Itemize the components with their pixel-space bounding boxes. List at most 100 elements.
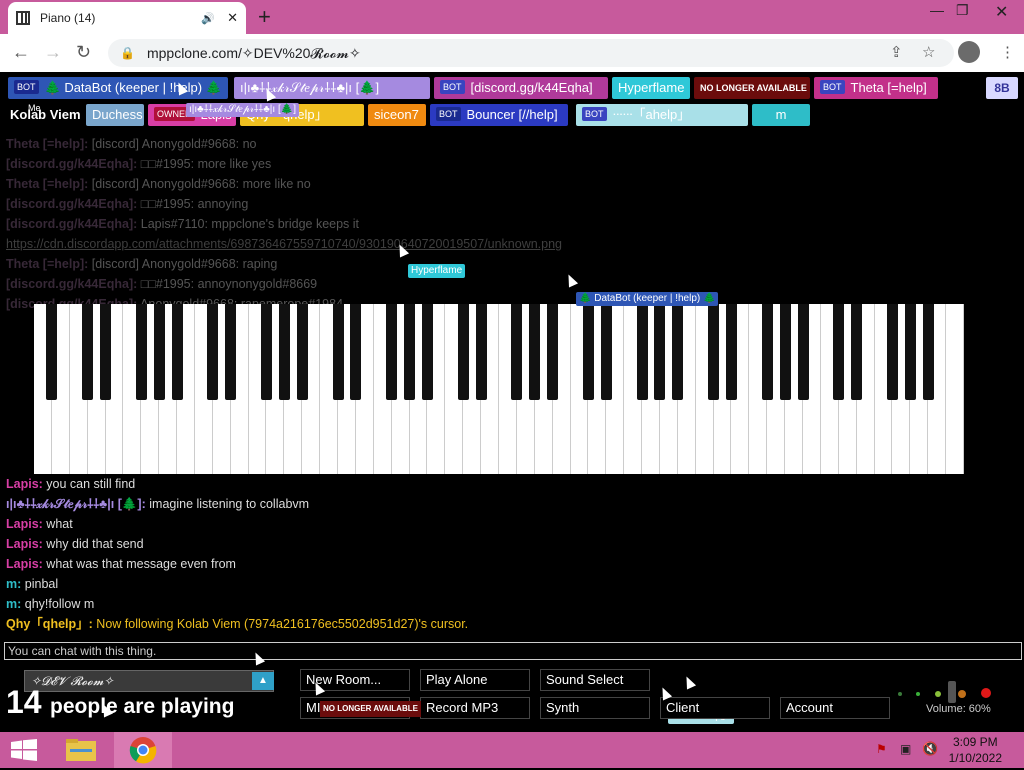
piano-page: BOT 🌲 DataBot (keeper | !help) 🌲 ı|ı♣⸸⸸𝓍𝓀𝓇… xyxy=(0,72,1024,732)
back-arrow-icon[interactable]: ← xyxy=(12,42,30,63)
play-alone-button[interactable]: Play Alone xyxy=(420,669,530,691)
menu-kebab-icon[interactable]: ⋮ xyxy=(1000,43,1015,61)
browser-tab[interactable]: Piano (14) 🔊 ✕ xyxy=(8,2,246,34)
black-key[interactable] xyxy=(386,304,398,400)
black-key[interactable] xyxy=(350,304,362,400)
black-key[interactable] xyxy=(135,304,147,400)
chat-nick: m: xyxy=(6,577,22,591)
user-pill-name: ı|ı♣⸸⸸𝓍𝓀𝓇𝒮𝓉𝑒𝓅𝓇⸸⸸♣|ı [🌲] xyxy=(240,80,380,95)
account-button[interactable]: Account xyxy=(780,697,890,719)
volume-knob[interactable] xyxy=(948,681,956,703)
file-explorer-icon[interactable] xyxy=(62,735,100,765)
black-key[interactable] xyxy=(475,304,487,400)
black-key[interactable] xyxy=(672,304,684,400)
taskbar-clock[interactable]: 3:09 PM 1/10/2022 xyxy=(949,734,1002,766)
chat-input[interactable]: You can chat with this thing. xyxy=(4,642,1022,660)
black-key[interactable] xyxy=(296,304,308,400)
user-pill[interactable]: BOT 🌲 DataBot (keeper | !help) 🌲 xyxy=(8,77,228,99)
black-key[interactable] xyxy=(779,304,791,400)
black-key[interactable] xyxy=(761,304,773,400)
black-key[interactable] xyxy=(225,304,237,400)
black-key[interactable] xyxy=(726,304,737,400)
room-dropdown-icon[interactable]: ▲ xyxy=(252,672,274,690)
windows-start-icon[interactable] xyxy=(10,739,38,761)
client-button[interactable]: Client xyxy=(660,697,770,719)
black-key[interactable] xyxy=(82,304,94,400)
black-key[interactable] xyxy=(261,304,272,400)
address-bar[interactable]: 🔒 mppclone.com/✧DEV%20𝓡𝓸𝓸𝓶✧ xyxy=(108,39,954,67)
share-icon[interactable]: ⇪ xyxy=(890,43,903,61)
sound-select-button[interactable]: Sound Select xyxy=(540,669,650,691)
window-close-icon[interactable]: ✕ xyxy=(995,2,1008,22)
black-key[interactable] xyxy=(171,304,183,400)
black-key[interactable] xyxy=(46,304,58,400)
minimize-icon[interactable]: — xyxy=(930,2,944,18)
chat-message: Lapis: what xyxy=(6,514,706,534)
chat-nick: [discord.gg/k44Eqha]: xyxy=(6,277,138,291)
user-pill[interactable]: 8B xyxy=(986,77,1018,99)
synth-button[interactable]: Synth xyxy=(540,697,650,719)
chat-text: □□#1995: more like yes xyxy=(140,157,272,171)
user-pill-name: Hyperflame xyxy=(618,80,685,95)
bot-badge: BOT xyxy=(582,107,607,121)
volume-led xyxy=(981,688,991,698)
chat-message: https://cdn.discordapp.com/attachments/6… xyxy=(6,234,706,254)
user-pill[interactable]: Kolab Viem xyxy=(4,104,84,126)
piano-keyboard[interactable] xyxy=(34,304,964,474)
user-pill[interactable]: m xyxy=(752,104,810,126)
black-key[interactable] xyxy=(886,304,898,400)
reload-icon[interactable]: ↻ xyxy=(76,42,91,63)
black-key[interactable] xyxy=(922,304,934,400)
maximize-icon[interactable]: ❐ xyxy=(956,2,969,19)
black-key[interactable] xyxy=(582,304,594,400)
network-icon[interactable]: ▣ xyxy=(900,742,911,756)
bookmark-star-icon[interactable]: ☆ xyxy=(922,43,935,61)
black-key[interactable] xyxy=(457,304,469,400)
chat-text: Now following Kolab Viem (7974a216176ec5… xyxy=(96,617,469,631)
black-key[interactable] xyxy=(404,304,416,400)
black-key[interactable] xyxy=(708,304,720,400)
piano-favicon-icon xyxy=(16,11,30,25)
record-mp3-button[interactable]: Record MP3 xyxy=(420,697,530,719)
black-key[interactable] xyxy=(278,304,290,400)
tab-close-icon[interactable]: ✕ xyxy=(227,10,238,26)
user-pill[interactable]: BOT Theta [=help] xyxy=(814,77,938,99)
chat-text[interactable]: https://cdn.discordapp.com/attachments/6… xyxy=(6,237,562,251)
cursor-name-tag: 🌲 DataBot (keeper | !help) 🌲 xyxy=(576,292,719,306)
chat-message: [discord.gg/k44Eqha]: □□#1995: more like… xyxy=(6,154,706,174)
chat-nick: Lapis: xyxy=(6,477,43,491)
black-key[interactable] xyxy=(833,304,845,400)
chrome-taskbar-button[interactable] xyxy=(114,732,172,768)
black-key[interactable] xyxy=(797,304,809,400)
forward-arrow-icon[interactable]: → xyxy=(44,42,62,63)
black-key[interactable] xyxy=(904,304,916,400)
user-pill[interactable]: Duchess xyxy=(86,104,144,126)
action-center-flag-icon[interactable]: ⚑ xyxy=(876,742,887,756)
black-key[interactable] xyxy=(600,304,612,400)
black-key[interactable] xyxy=(636,304,648,400)
black-key[interactable] xyxy=(153,304,165,400)
black-key[interactable] xyxy=(207,304,219,400)
user-pill[interactable]: siceon7 xyxy=(368,104,426,126)
chat-nick: Lapis: xyxy=(6,557,43,571)
chat-text: [discord] Anonygold#9668: more like no xyxy=(91,177,311,191)
chat-text: what was that message even from xyxy=(46,557,236,571)
profile-avatar[interactable] xyxy=(958,41,980,63)
black-key[interactable] xyxy=(529,304,541,400)
user-pill[interactable]: Hyperflame xyxy=(612,77,690,99)
black-key[interactable] xyxy=(851,304,863,400)
user-pill[interactable]: BOT [discord.gg/k44Eqha] xyxy=(434,77,608,99)
user-pill[interactable]: NO LONGER AVAILABLE xyxy=(694,77,810,99)
black-key[interactable] xyxy=(100,304,112,400)
black-key[interactable] xyxy=(654,304,666,400)
white-key[interactable] xyxy=(946,304,964,474)
black-key[interactable] xyxy=(511,304,523,400)
user-pill[interactable]: BOT Bouncer [//help] xyxy=(430,104,568,126)
new-tab-button[interactable]: + xyxy=(258,4,271,30)
black-key[interactable] xyxy=(547,304,559,400)
speaker-muted-icon[interactable]: 🔇 xyxy=(922,741,938,757)
user-pill[interactable]: BOT ᐧᐧᐧᐧᐧᐧ「ahelp」 xyxy=(576,104,748,126)
speaker-icon[interactable]: 🔊 xyxy=(201,12,215,25)
black-key[interactable] xyxy=(421,304,433,400)
black-key[interactable] xyxy=(332,304,344,400)
